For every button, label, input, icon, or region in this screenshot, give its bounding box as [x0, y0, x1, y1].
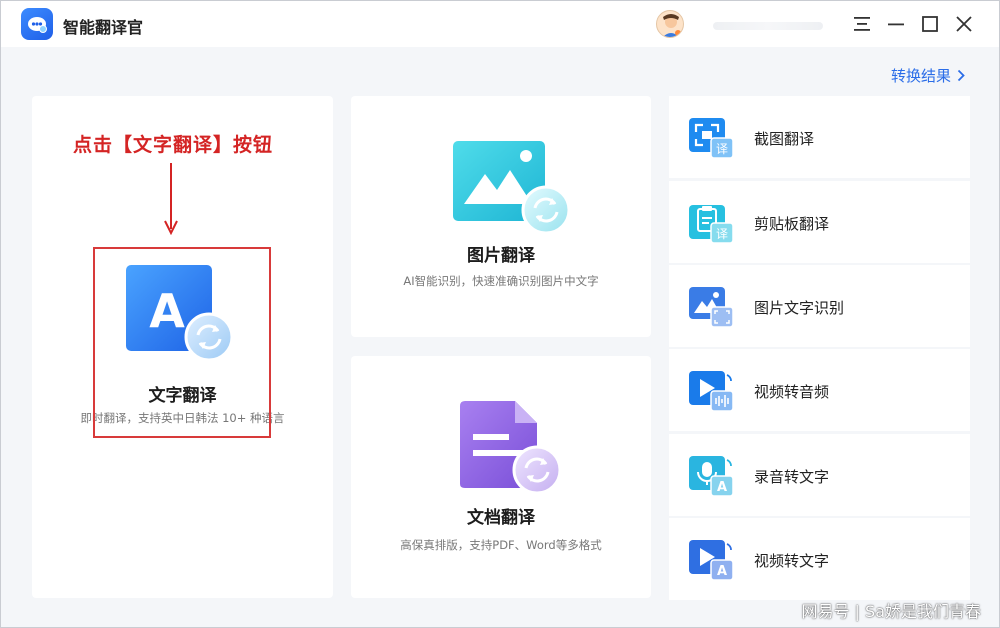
- chevron-right-icon: [957, 69, 965, 82]
- minimize-icon: [888, 23, 904, 26]
- tool-label: 截图翻译: [754, 130, 815, 148]
- tool-label: 录音转文字: [754, 468, 830, 486]
- menu-icon: [854, 17, 870, 31]
- watermark: 网易号 | Sa娇是我们青春: [801, 602, 981, 621]
- annotation-instruction: 点击【文字翻译】按钮: [73, 134, 274, 156]
- image-translate-desc: AI智能识别，快速准确识别图片中文字: [403, 274, 599, 288]
- conversion-results-link[interactable]: 转换结果: [891, 65, 965, 86]
- image-ocr-icon: [689, 287, 734, 327]
- tool-image-ocr[interactable]: 图片文字识别: [669, 265, 970, 347]
- close-icon: [956, 16, 972, 32]
- video-to-audio-icon: [689, 371, 734, 411]
- tool-video-to-audio[interactable]: 视频转音频: [669, 349, 970, 431]
- image-translate-card[interactable]: 图片翻译 AI智能识别，快速准确识别图片中文字: [351, 96, 651, 337]
- tool-screenshot-translate[interactable]: 译 截图翻译: [669, 96, 970, 178]
- app-logo-icon: [21, 8, 53, 40]
- user-name-blurred: [713, 22, 823, 30]
- title-bar: 智能翻译官: [1, 1, 999, 47]
- tool-clipboard-translate[interactable]: 译 剪贴板翻译: [669, 181, 970, 263]
- screenshot-translate-icon: 译: [689, 118, 734, 158]
- doc-translate-title: 文档翻译: [467, 508, 535, 528]
- user-avatar[interactable]: [656, 10, 684, 38]
- doc-translate-icon: [459, 400, 569, 500]
- video-to-text-icon: A: [689, 540, 734, 580]
- tool-recording-to-text[interactable]: A 录音转文字: [669, 434, 970, 516]
- app-window: 智能翻译官 转换结果 A 文字翻译 即时翻译，支持英中日韩法 10+ 种语言 点…: [0, 0, 1000, 628]
- annotation-arrow-icon: [164, 163, 178, 235]
- tool-label: 视频转音频: [754, 383, 830, 401]
- maximize-icon: [922, 16, 938, 32]
- tool-video-to-text[interactable]: A 视频转文字: [669, 518, 970, 600]
- tool-badge: A: [717, 480, 727, 495]
- conversion-results-label: 转换结果: [890, 67, 951, 85]
- minimize-button[interactable]: [886, 14, 906, 34]
- tool-label: 剪贴板翻译: [754, 215, 830, 233]
- image-translate-icon: [452, 140, 572, 236]
- tool-label: 图片文字识别: [754, 299, 845, 317]
- doc-translate-desc: 高保真排版，支持PDF、Word等多格式: [400, 538, 602, 552]
- tool-badge: 译: [716, 227, 728, 241]
- menu-button[interactable]: [852, 14, 872, 34]
- annotation-highlight-box: [93, 247, 271, 438]
- clipboard-translate-icon: 译: [689, 205, 734, 243]
- image-translate-title: 图片翻译: [467, 246, 535, 266]
- maximize-button[interactable]: [920, 14, 940, 34]
- tool-badge: A: [717, 564, 727, 579]
- tool-badge: 译: [716, 142, 728, 156]
- tool-label: 视频转文字: [754, 552, 830, 570]
- app-title: 智能翻译官: [63, 18, 144, 37]
- close-button[interactable]: [954, 14, 974, 34]
- doc-translate-card[interactable]: 文档翻译 高保真排版，支持PDF、Word等多格式: [351, 356, 651, 598]
- recording-to-text-icon: A: [689, 456, 734, 496]
